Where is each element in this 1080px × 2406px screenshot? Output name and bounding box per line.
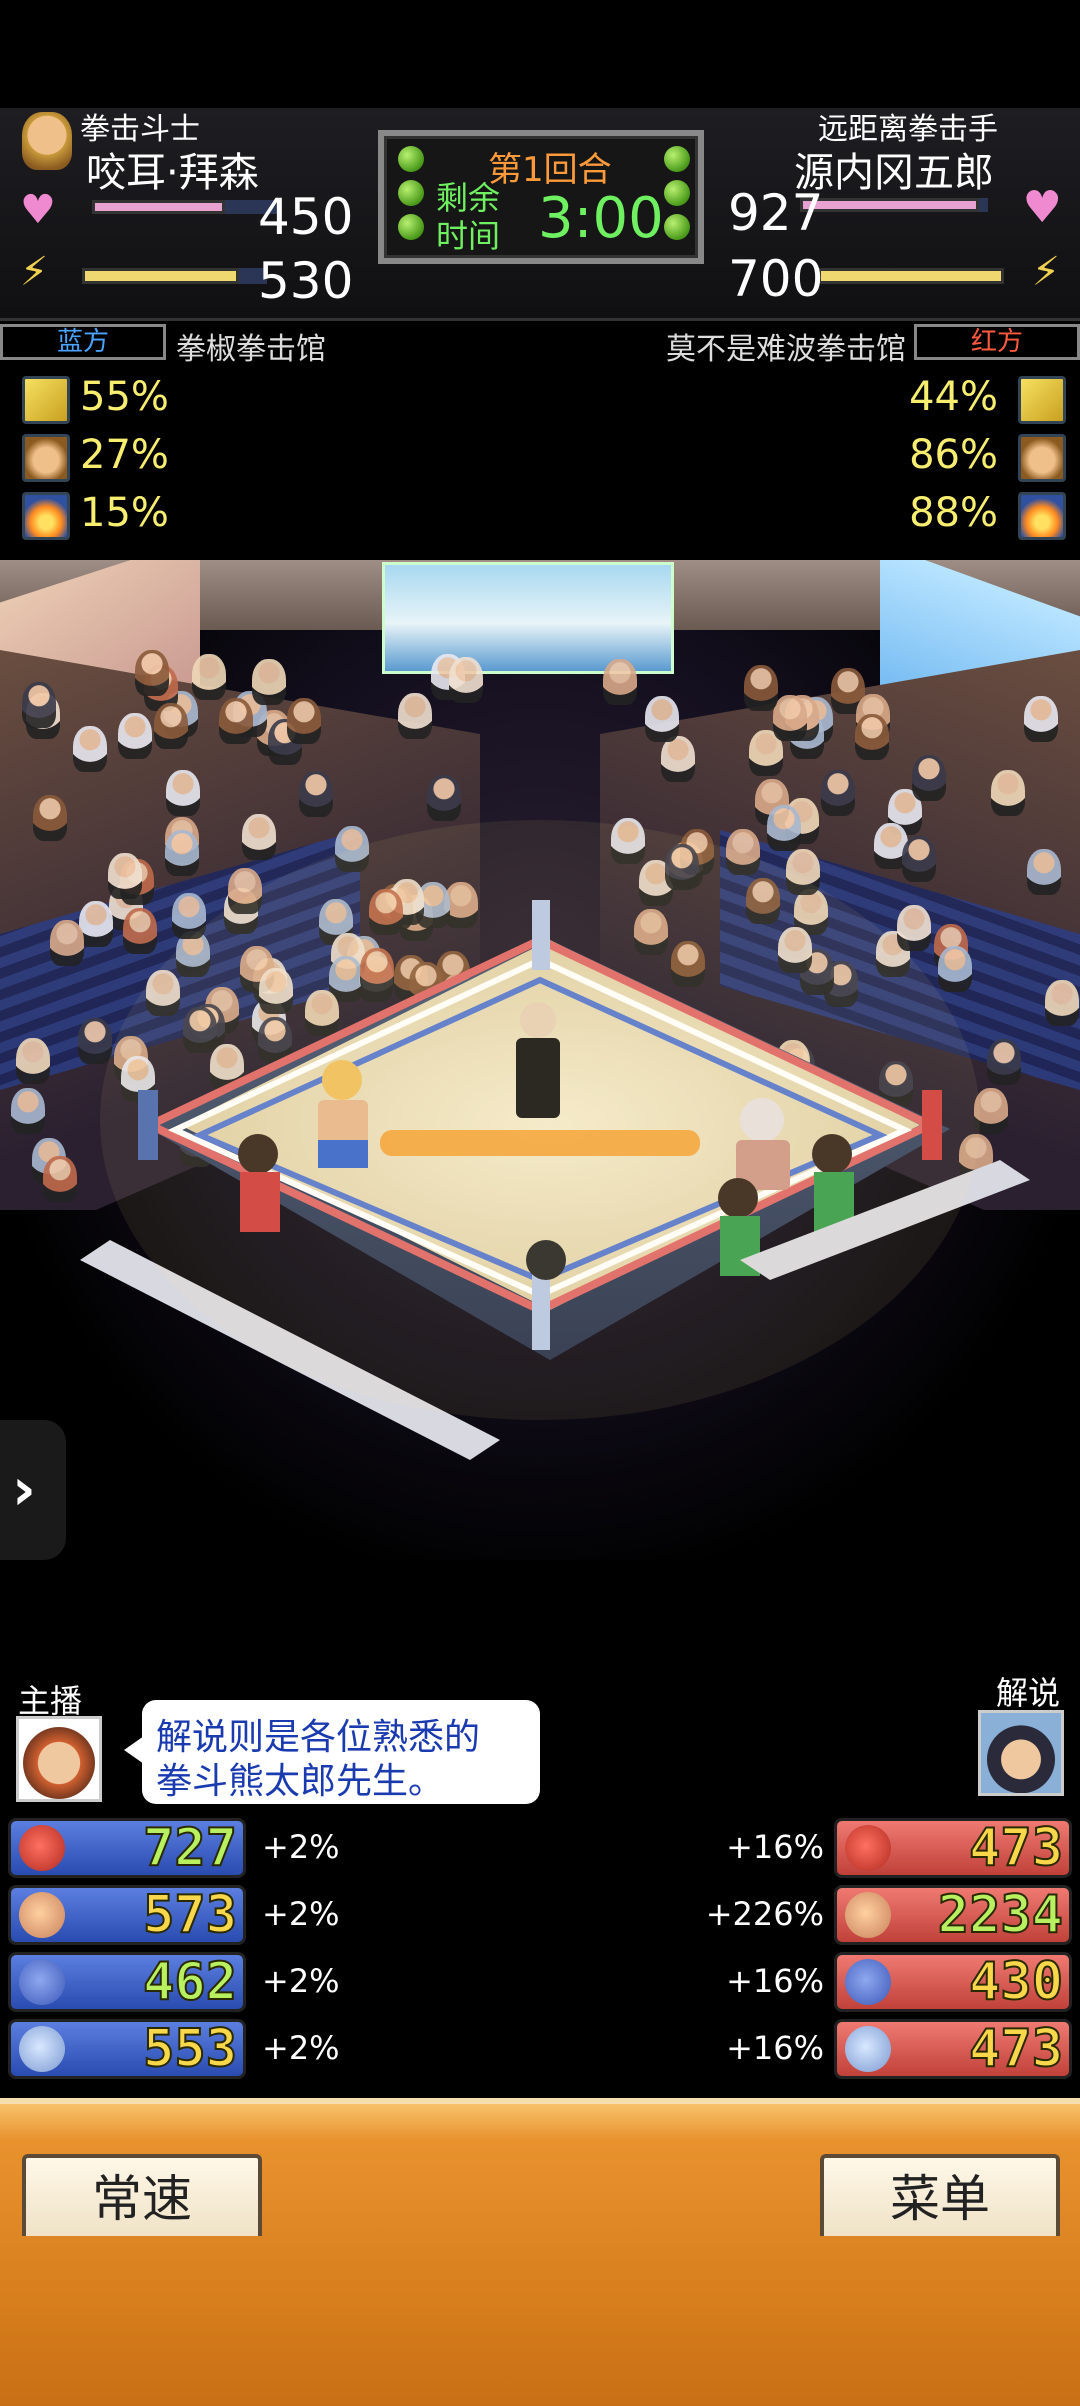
round-time: 3:00 [538, 186, 664, 251]
bottom-control-panel: 常速 菜单 [0, 2098, 1080, 2406]
left-stat-bonus: +2% [262, 1895, 340, 1933]
right-energy-value: 700 [728, 250, 824, 308]
left-stat-value: 573 [142, 1885, 238, 1945]
body-icon [845, 1959, 891, 2005]
left-stat-box: 553 [8, 2019, 246, 2079]
round-label: 第1回合 [488, 150, 612, 190]
right-heart-icon: ♥ [1022, 182, 1062, 233]
muscle-arm-icon [19, 1892, 65, 1938]
boxing-arena-scene [0, 560, 1080, 1560]
speed-button[interactable]: 常速 [22, 2154, 262, 2236]
shoe-icon [845, 2026, 891, 2072]
left-stat-box: 462 [8, 1952, 246, 2012]
crowd-flag-icon [1018, 376, 1066, 424]
boxing-glove-icon [19, 1825, 65, 1871]
left-stat-value: 462 [142, 1952, 238, 2012]
boxing-glove-icon [845, 1825, 891, 1871]
right-stat-bonus: +226% [705, 1895, 824, 1933]
commentator-label: 解说 [995, 1674, 1060, 1712]
right-stat-box: 473 [834, 1818, 1072, 1878]
right-stat-box: 473 [834, 2019, 1072, 2079]
right-energy-bar [818, 268, 1004, 284]
left-pct-1: 55% [80, 374, 169, 420]
menu-button[interactable]: 菜单 [820, 2154, 1060, 2236]
round-ball-icon [664, 214, 690, 240]
right-stat-value: 473 [968, 2019, 1064, 2079]
right-pct-1: 44% [909, 374, 998, 420]
ring-ropes-svg [80, 820, 1030, 1460]
speech-bubble-tail [124, 1736, 144, 1764]
crowd-flag-icon [22, 376, 70, 424]
host-avatar [16, 1716, 102, 1802]
left-pct-3: 15% [80, 490, 169, 536]
round-timer-box: 第1回合 剩余 时间 3:00 [378, 130, 704, 264]
right-stat-box: 2234 [834, 1885, 1072, 1945]
right-pct-2: 86% [909, 432, 998, 478]
fighter-face-icon [1018, 434, 1066, 482]
left-gym-name: 拳椒拳击馆 [176, 332, 326, 367]
right-stat-bonus: +16% [726, 1962, 824, 2000]
left-pct-2: 27% [80, 432, 169, 478]
left-stat-value: 553 [142, 2019, 238, 2079]
left-energy-bar [82, 268, 240, 284]
commentator-avatar [978, 1710, 1064, 1796]
right-pct-3: 88% [909, 490, 998, 536]
right-stat-value: 473 [968, 1818, 1064, 1878]
right-stat-value: 2234 [937, 1885, 1064, 1945]
flame-icon [22, 492, 70, 540]
round-ball-icon [398, 180, 424, 206]
right-lightning-icon: ⚡ [1031, 249, 1060, 295]
left-heart-icon: ♥ [20, 187, 56, 233]
right-stat-box: 430 [834, 1952, 1072, 2012]
expand-panel-button[interactable]: › [0, 1420, 66, 1560]
fighter-face-icon [22, 434, 70, 482]
round-ball-icon [664, 146, 690, 172]
right-hp-value: 927 [728, 184, 824, 242]
round-ball-icon [664, 180, 690, 206]
left-side-tag: 蓝方 [0, 324, 166, 360]
spotlight-glow [100, 820, 980, 1420]
muscle-arm-icon [845, 1892, 891, 1938]
remaining-label-1: 剩余 [436, 179, 501, 217]
left-fighter-portrait [22, 112, 72, 170]
commentary-speech-bubble: 解说则是各位熟悉的 拳斗熊太郎先生。 [124, 1700, 540, 1804]
left-stat-bonus: +2% [262, 1828, 340, 1866]
right-side-tag: 红方 [914, 324, 1080, 360]
left-stat-bonus: +2% [262, 1962, 340, 2000]
left-hp-bar [92, 200, 225, 214]
left-stat-value: 727 [142, 1818, 238, 1878]
flame-icon [1018, 492, 1066, 540]
round-ball-icon [398, 146, 424, 172]
left-stat-bonus: +2% [262, 2029, 340, 2067]
left-stat-box: 573 [8, 1885, 246, 1945]
body-icon [19, 1959, 65, 2005]
left-lightning-icon: ⚡ [20, 249, 49, 295]
chevron-right-icon: › [12, 1455, 36, 1523]
commentary-line-2: 拳斗熊太郎先生。 [156, 1761, 445, 1802]
left-hp-value: 450 [258, 188, 354, 246]
right-stat-bonus: +16% [726, 1828, 824, 1866]
left-fighter-name: 咬耳·拜森 [86, 150, 259, 196]
top-status-bar [0, 0, 1080, 108]
left-stat-box: 727 [8, 1818, 246, 1878]
remaining-label-2: 时间 [436, 217, 501, 255]
right-hp-bar [800, 198, 979, 212]
right-stat-bonus: +16% [726, 2029, 824, 2067]
shoe-icon [19, 2026, 65, 2072]
right-stat-value: 430 [968, 1952, 1064, 2012]
right-fighter-name: 源内冈五郎 [794, 150, 994, 196]
round-ball-icon [398, 214, 424, 240]
right-gym-name: 莫不是难波拳击馆 [666, 332, 906, 367]
left-energy-value: 530 [258, 252, 354, 310]
